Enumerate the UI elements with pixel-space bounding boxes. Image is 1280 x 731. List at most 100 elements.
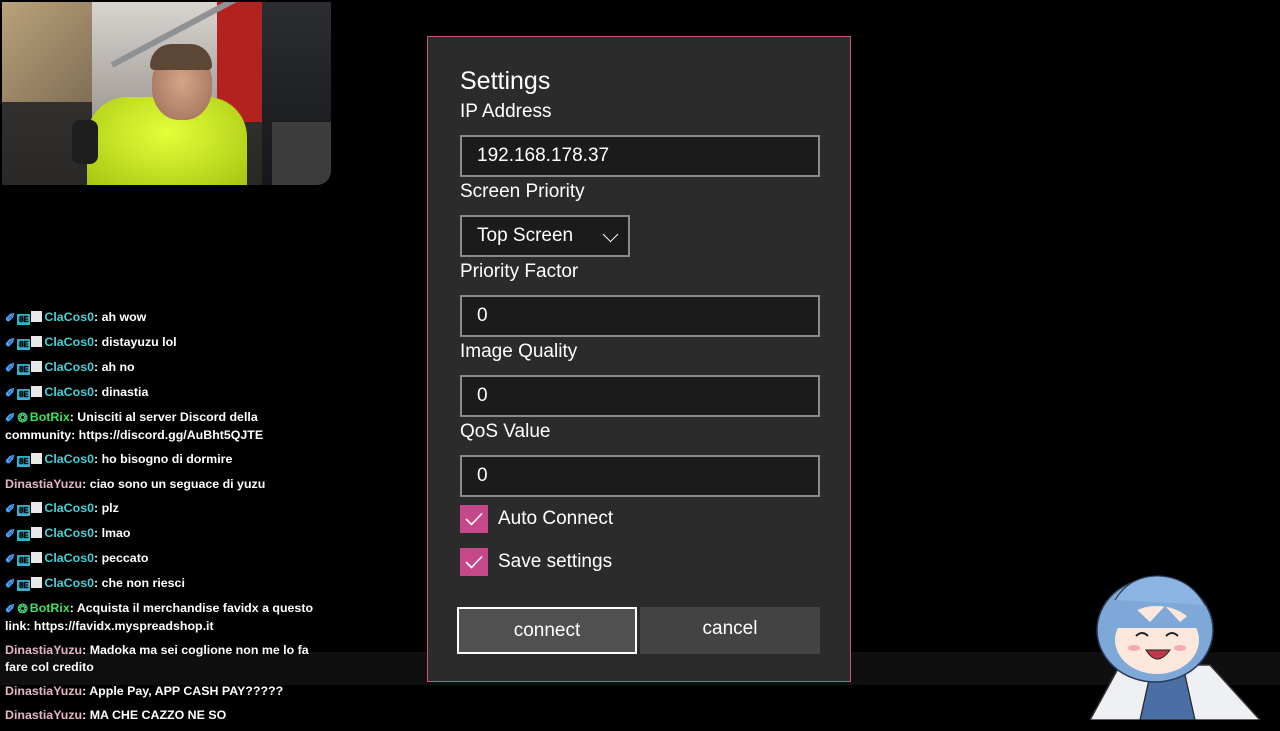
ip-address-input[interactable]: 192.168.178.37 <box>460 135 820 177</box>
chat-text: ciao sono un seguace di yuzu <box>89 477 266 491</box>
chat-username[interactable]: BotRix <box>30 601 70 615</box>
chat-username[interactable]: ClaCos0 <box>44 576 94 590</box>
chat-message: ✐ 8E ClaCos0: lmao <box>5 525 315 543</box>
screen-priority-value: Top Screen <box>477 225 574 246</box>
bot-badge-icon: ❂ <box>17 602 28 616</box>
screen-priority-label: Screen Priority <box>460 181 585 202</box>
chat-separator: : <box>93 551 102 565</box>
subscriber-badge-icon <box>31 311 43 322</box>
image-quality-label: Image Quality <box>460 341 578 362</box>
subscriber-badge-icon <box>31 361 43 372</box>
mascot-sticker <box>1089 575 1262 720</box>
checkmark-icon <box>465 512 483 526</box>
subscriber-badge-icon <box>31 336 43 347</box>
screen-priority-dropdown[interactable]: Top Screen <box>460 215 630 257</box>
chat-username[interactable]: ClaCos0 <box>44 335 94 349</box>
save-settings-row[interactable]: Save settings <box>460 548 612 576</box>
settings-dialog: Settings IP Address 192.168.178.37 Scree… <box>427 36 851 682</box>
pin-badge-icon: ✐ <box>5 311 16 325</box>
connect-button[interactable]: connect <box>457 607 637 654</box>
pin-badge-icon: ✐ <box>5 411 16 425</box>
webcam-monitor <box>272 122 331 185</box>
subscriber-badge-icon <box>31 527 43 538</box>
auto-connect-label: Auto Connect <box>498 508 614 529</box>
vip-badge-icon: 8E <box>17 364 31 375</box>
chat-text: ah wow <box>101 310 147 324</box>
webcam-overlay <box>2 2 331 185</box>
qos-value-label: QoS Value <box>460 421 551 442</box>
chat-username[interactable]: ClaCos0 <box>44 452 94 466</box>
chat-username[interactable]: DinastiaYuzu <box>5 477 82 491</box>
chat-message: ✐ 8E ClaCos0: peccato <box>5 550 315 568</box>
chat-message: ✐ 8E ClaCos0: ho bisogno di dormire <box>5 451 315 469</box>
chat-username[interactable]: ClaCos0 <box>44 310 94 324</box>
chat-username[interactable]: BotRix <box>30 410 70 424</box>
priority-factor-input[interactable]: 0 <box>460 295 820 337</box>
vip-badge-icon: 8E <box>17 389 31 400</box>
bot-badge-icon: ❂ <box>17 411 28 425</box>
chevron-down-icon <box>602 226 619 243</box>
chat-username[interactable]: DinastiaYuzu <box>5 684 82 698</box>
chat-separator: : <box>93 576 102 590</box>
chat-text: ho bisogno di dormire <box>101 452 233 466</box>
chat-message: DinastiaYuzu: Madoka ma sei coglione non… <box>5 642 315 676</box>
subscriber-badge-icon <box>31 386 43 397</box>
subscriber-badge-icon <box>31 502 43 513</box>
chat-separator: : <box>82 643 90 657</box>
chat-username[interactable]: ClaCos0 <box>44 526 94 540</box>
chat-separator: : <box>93 335 102 349</box>
pin-badge-icon: ✐ <box>5 386 16 400</box>
auto-connect-row[interactable]: Auto Connect <box>460 505 613 533</box>
chat-message: ✐ 8E ClaCos0: distayuzu lol <box>5 334 315 352</box>
cancel-button[interactable]: cancel <box>640 607 820 654</box>
chat-username[interactable]: ClaCos0 <box>44 385 94 399</box>
dialog-title: Settings <box>460 67 551 95</box>
vip-badge-icon: 8E <box>17 555 31 566</box>
chat-username[interactable]: DinastiaYuzu <box>5 643 82 657</box>
chat-username[interactable]: ClaCos0 <box>44 360 94 374</box>
subscriber-badge-icon <box>31 577 43 588</box>
chat-message: ✐ ❂ BotRix: Unisciti al server Discord del… <box>5 409 315 444</box>
vip-badge-icon: 8E <box>17 580 31 591</box>
subscriber-badge-icon <box>31 552 43 563</box>
pin-badge-icon: ✐ <box>5 527 16 541</box>
chat-separator: : <box>93 385 102 399</box>
webcam-shelf <box>2 2 102 102</box>
chat-message: ✐ 8E ClaCos0: che non riesci <box>5 575 315 593</box>
chat-text: lmao <box>101 526 131 540</box>
chat-text: distayuzu lol <box>101 335 177 349</box>
chat-text: peccato <box>101 551 149 565</box>
streamer-hair <box>150 44 212 70</box>
chat-username[interactable]: ClaCos0 <box>44 501 94 515</box>
chat-username[interactable]: ClaCos0 <box>44 551 94 565</box>
chat-message: ✐ 8E ClaCos0: plz <box>5 500 315 518</box>
vip-badge-icon: 8E <box>17 505 31 516</box>
qos-value-input[interactable]: 0 <box>460 455 820 497</box>
chat-separator: : <box>93 501 102 515</box>
pin-badge-icon: ✐ <box>5 577 16 591</box>
chat-separator: : <box>69 601 77 615</box>
chat-message: DinastiaYuzu: Apple Pay, APP CASH PAY???… <box>5 683 315 700</box>
stream-chat: ✐ 8E ClaCos0: ah wow ✐ 8E ClaCos0: distayuzu … <box>5 309 315 731</box>
chat-text: dinastia <box>101 385 149 399</box>
checkmark-icon <box>465 555 483 569</box>
chat-text: che non riesci <box>101 576 185 590</box>
save-settings-label: Save settings <box>498 551 613 572</box>
chat-message: ✐ 8E ClaCos0: ah wow <box>5 309 315 327</box>
vip-badge-icon: 8E <box>17 314 31 325</box>
pin-badge-icon: ✐ <box>5 453 16 467</box>
pin-badge-icon: ✐ <box>5 361 16 375</box>
chat-separator: : <box>93 310 102 324</box>
vip-badge-icon: 8E <box>17 339 31 350</box>
chat-message: DinastiaYuzu: ciao sono un seguace di yu… <box>5 476 315 493</box>
ip-address-label: IP Address <box>460 101 552 122</box>
chat-separator: : <box>93 526 102 540</box>
chat-separator: : <box>93 452 102 466</box>
save-settings-checkbox[interactable] <box>460 548 488 576</box>
image-quality-input[interactable]: 0 <box>460 375 820 417</box>
chat-text: ah no <box>101 360 135 374</box>
subscriber-badge-icon <box>31 453 43 464</box>
auto-connect-checkbox[interactable] <box>460 505 488 533</box>
pin-badge-icon: ✐ <box>5 602 16 616</box>
vip-badge-icon: 8E <box>17 456 31 467</box>
